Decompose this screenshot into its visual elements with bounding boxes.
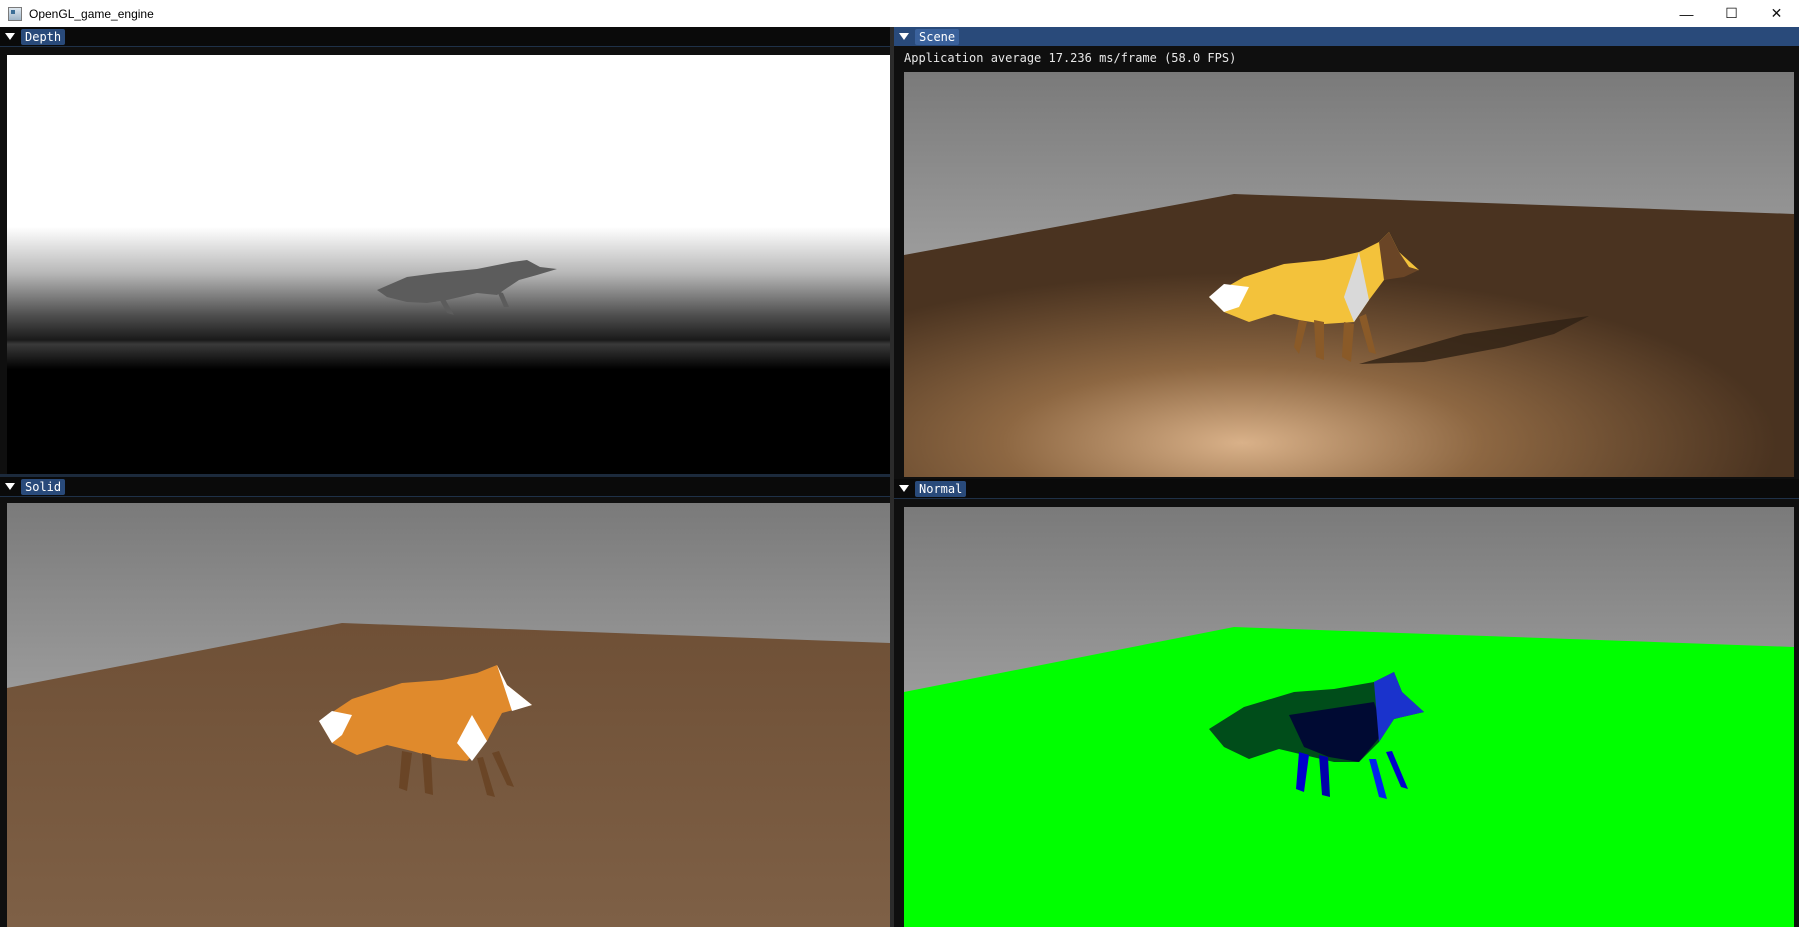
normal-panel: Normal bbox=[894, 477, 1799, 927]
depth-panel-header[interactable]: Depth bbox=[0, 27, 890, 47]
collapse-arrow-icon[interactable] bbox=[5, 33, 15, 40]
scene-panel-header[interactable]: Scene bbox=[894, 27, 1799, 46]
solid-render bbox=[7, 503, 890, 927]
normal-panel-title[interactable]: Normal bbox=[915, 480, 967, 497]
minimize-icon[interactable]: — bbox=[1664, 0, 1709, 27]
collapse-arrow-icon[interactable] bbox=[899, 33, 909, 40]
window-controls: — ☐ ✕ bbox=[1664, 0, 1799, 27]
solid-panel-title[interactable]: Solid bbox=[21, 478, 66, 495]
normal-panel-header[interactable]: Normal bbox=[894, 479, 1799, 499]
normal-render bbox=[904, 507, 1794, 927]
solid-panel-header[interactable]: Solid bbox=[0, 477, 890, 497]
depth-render bbox=[7, 55, 890, 474]
solid-panel: Solid bbox=[0, 477, 890, 927]
normal-viewport[interactable] bbox=[904, 507, 1794, 927]
depth-panel: Depth bbox=[0, 27, 890, 474]
fps-stats: Application average 17.236 ms/frame (58.… bbox=[904, 51, 1237, 65]
collapse-arrow-icon[interactable] bbox=[5, 483, 15, 490]
collapse-arrow-icon[interactable] bbox=[899, 485, 909, 492]
window-title: OpenGL_game_engine bbox=[29, 6, 154, 21]
window-titlebar: OpenGL_game_engine — ☐ ✕ bbox=[0, 0, 1799, 27]
maximize-icon[interactable]: ☐ bbox=[1709, 0, 1754, 27]
close-icon[interactable]: ✕ bbox=[1754, 0, 1799, 27]
scene-panel-title[interactable]: Scene bbox=[915, 28, 960, 45]
app-icon bbox=[8, 6, 22, 21]
scene-panel: Scene Application average 17.236 ms/fram… bbox=[894, 27, 1799, 477]
solid-viewport[interactable] bbox=[7, 503, 890, 927]
scene-viewport[interactable] bbox=[904, 72, 1794, 477]
scene-render bbox=[904, 72, 1794, 477]
depth-panel-title[interactable]: Depth bbox=[21, 28, 66, 45]
depth-viewport[interactable] bbox=[7, 55, 890, 474]
